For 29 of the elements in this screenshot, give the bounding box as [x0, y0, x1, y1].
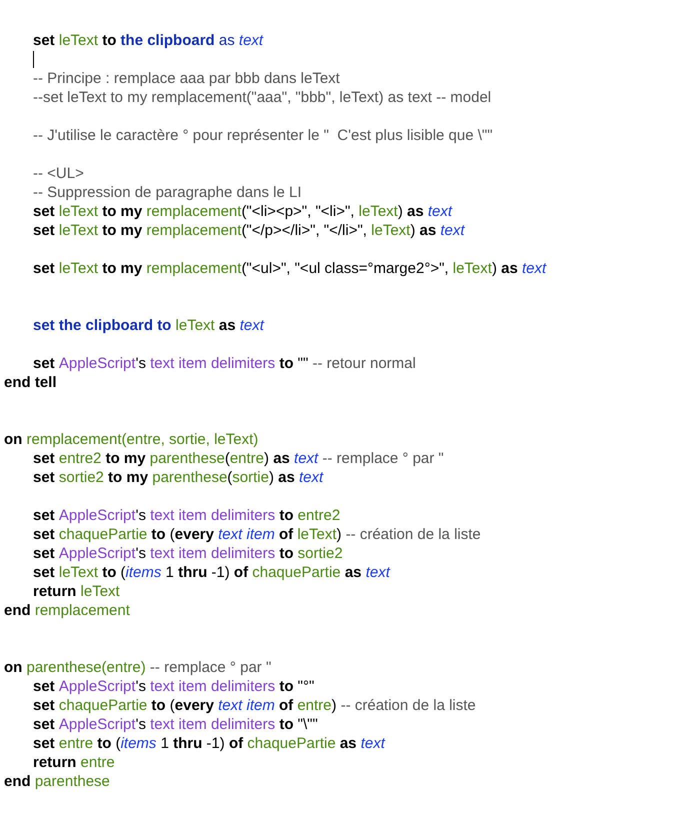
- code-line: -- Principe : remplace aaa par bbb dans leText: [33, 69, 340, 88]
- code-line: return entre: [33, 753, 115, 772]
- code-line: set sortie2 to my parenthese(sortie) as text: [33, 468, 324, 487]
- code-line: -- <UL>: [33, 164, 84, 183]
- code-line: end tell: [4, 373, 57, 392]
- code-line: set leText to (items 1 thru -1) of chaquePartie as text: [33, 563, 390, 582]
- code-line: on remplacement(entre, sortie, leText): [4, 430, 258, 449]
- code-line: set chaquePartie to (every text item of entre) -- création de la liste: [33, 696, 476, 715]
- code-line: set chaquePartie to (every text item of leText) -- création de la liste: [33, 525, 481, 544]
- code-line: set leText to my remplacement("</p></li>", "</li>", leText) as text: [33, 221, 465, 240]
- code-line: set AppleScript's text item delimiters to "°": [33, 677, 314, 696]
- code-line: set AppleScript's text item delimiters to "\"": [33, 715, 318, 734]
- code-line: --set leText to my remplacement("aaa", "bbb", leText) as text -- model: [33, 88, 492, 107]
- code-line: end remplacement: [4, 601, 130, 620]
- code-line: set leText to the clipboard as text: [33, 31, 264, 50]
- code-line: return leText: [33, 582, 120, 601]
- code-line: on parenthese(entre) -- remplace ° par ": [4, 658, 272, 677]
- code-line: set entre to (items 1 thru -1) of chaquePartie as text: [33, 734, 385, 753]
- code-line: set AppleScript's text item delimiters to sortie2: [33, 544, 343, 563]
- code-line: set the clipboard to leText as text: [33, 316, 264, 335]
- code-line: set AppleScript's text item delimiters to "" -- retour normal: [33, 354, 416, 373]
- code-line: -- Suppression de paragraphe dans le LI: [33, 183, 302, 202]
- code-line: set leText to my remplacement("<li><p>", "<li>", leText) as text: [33, 202, 452, 221]
- code-line: set entre2 to my parenthese(entre) as text -- remplace ° par ": [33, 449, 444, 468]
- code-line: set AppleScript's text item delimiters to entre2: [33, 506, 340, 525]
- code-line: end parenthese: [4, 772, 110, 791]
- code-line: set leText to my remplacement("<ul>", "<ul class=°marge2°>", leText) as text: [33, 259, 546, 278]
- code-line: -- J'utilise le caractère ° pour représenter le " C'est plus lisible que \"": [33, 126, 493, 145]
- text-cursor: [33, 51, 34, 68]
